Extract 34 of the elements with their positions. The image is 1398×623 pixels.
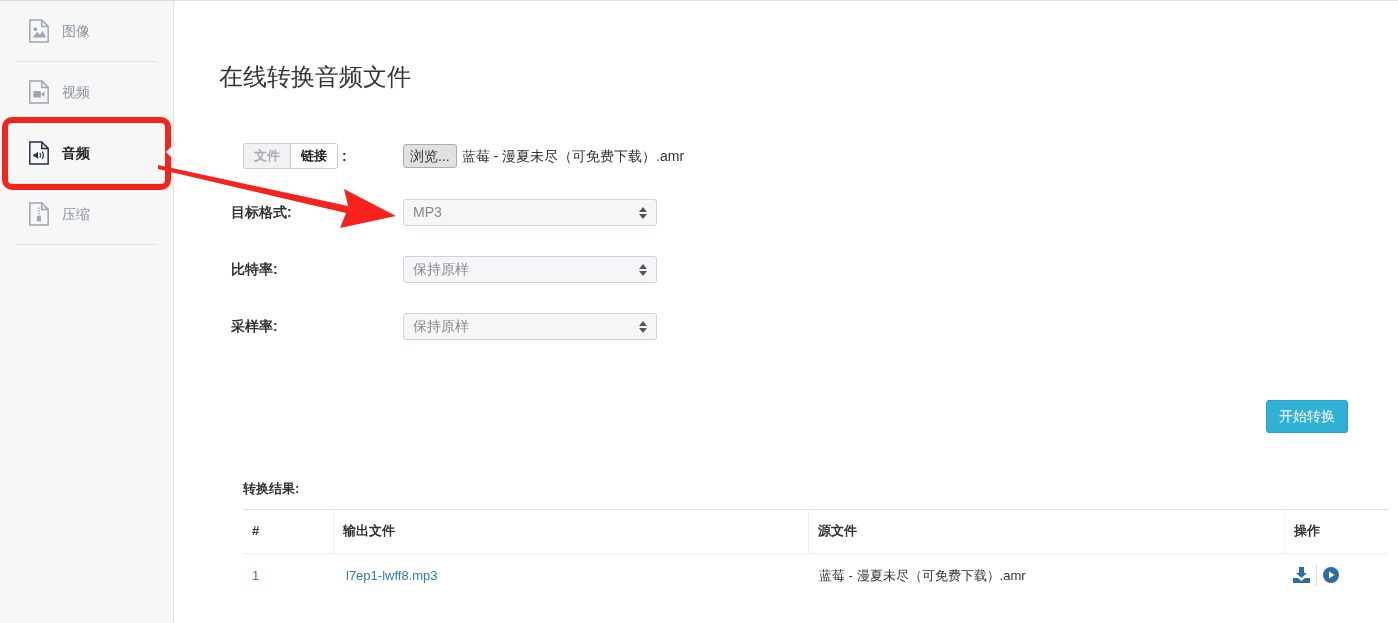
select-arrows-icon bbox=[639, 263, 647, 276]
select-arrows-icon bbox=[639, 206, 647, 219]
sidebar-item[interactable]: 图像 bbox=[16, 1, 157, 62]
download-icon[interactable] bbox=[1293, 567, 1310, 584]
select-field[interactable]: 保持原样 bbox=[403, 313, 657, 340]
colon: : bbox=[342, 146, 347, 166]
audio-file-icon bbox=[28, 140, 50, 166]
source-tab[interactable]: 文件 bbox=[244, 144, 290, 168]
select-field[interactable]: 保持原样 bbox=[403, 256, 657, 283]
column-header: 操作 bbox=[1284, 509, 1388, 553]
zip-file-icon bbox=[28, 201, 50, 227]
column-header: # bbox=[243, 509, 333, 553]
column-header: 源文件 bbox=[808, 509, 1284, 553]
sidebar-item[interactable]: 压缩 bbox=[16, 184, 157, 245]
sidebar-item[interactable]: 音频 bbox=[8, 123, 165, 184]
play-icon[interactable] bbox=[1323, 567, 1339, 584]
file-name: 蓝莓 - 漫夏未尽（可免费下载）.amr bbox=[461, 146, 685, 166]
video-file-icon bbox=[28, 79, 50, 105]
sidebar-item[interactable]: 视频 bbox=[16, 62, 157, 123]
field-label: 目标格式: bbox=[231, 203, 293, 222]
output-file-link[interactable]: l7ep1-lwff8.mp3 bbox=[346, 567, 438, 583]
select-arrows-icon bbox=[639, 320, 647, 333]
source-tab[interactable]: 链接 bbox=[290, 144, 337, 168]
field-label: 比特率: bbox=[231, 260, 279, 279]
table-cell: 蓝莓 - 漫夏未尽（可免费下载）.amr bbox=[808, 553, 1284, 597]
results-heading: 转换结果: bbox=[243, 480, 301, 498]
field-label: 采样率: bbox=[231, 317, 279, 336]
start-convert-button[interactable]: 开始转换 bbox=[1266, 400, 1348, 433]
select-field[interactable]: MP3 bbox=[403, 199, 657, 226]
browse-button[interactable]: 浏览... bbox=[403, 144, 457, 168]
image-file-icon bbox=[28, 18, 50, 44]
page-title: 在线转换音频文件 bbox=[219, 62, 412, 92]
column-header: 输出文件 bbox=[333, 509, 808, 553]
table-cell: 1 bbox=[243, 553, 333, 597]
